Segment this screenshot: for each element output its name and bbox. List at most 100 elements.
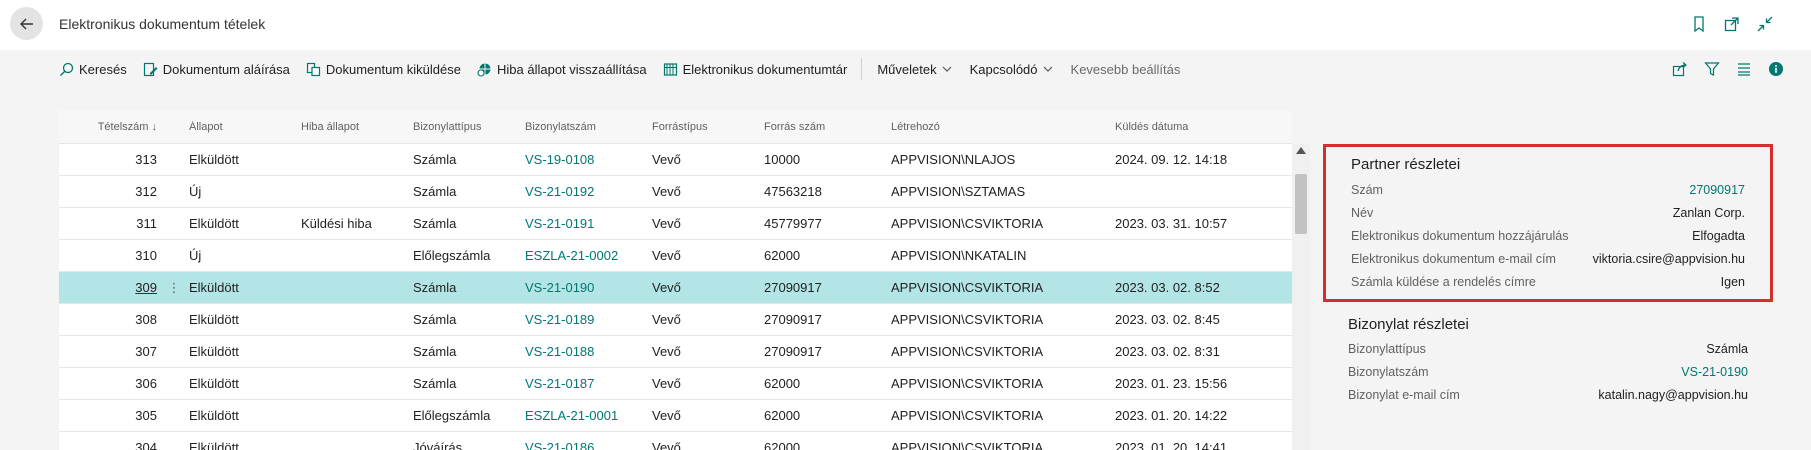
column-header-created-by[interactable]: Létrehozó — [891, 121, 1115, 133]
column-header-entry-no[interactable]: Tételszám ↓ — [59, 121, 159, 133]
title-bar: Elektronikus dokumentum tételek — [0, 0, 1811, 50]
field-value: Igen — [1720, 275, 1745, 289]
collapse-icon[interactable] — [1755, 14, 1775, 34]
reset-globe-icon — [477, 63, 491, 77]
library-icon — [663, 62, 677, 76]
cell-entry-no[interactable]: 305 — [59, 408, 159, 423]
column-header-error-status[interactable]: Hiba állapot — [301, 121, 413, 133]
table-row[interactable]: 313 Elküldött Számla VS-19-0108 Vevő 100… — [59, 144, 1292, 176]
cell-source-no: 62000 — [764, 376, 801, 391]
table-row[interactable]: 308 Elküldött Számla VS-21-0189 Vevő 270… — [59, 304, 1292, 336]
column-header-status[interactable]: Állapot — [189, 121, 301, 133]
document-field-number: Bizonylatszám VS-21-0190 — [1348, 365, 1748, 379]
cell-entry-no[interactable]: 308 — [59, 312, 159, 327]
cell-doc-no-link[interactable]: VS-21-0187 — [525, 376, 652, 391]
column-header-doc-no[interactable]: Bizonylatszám — [525, 121, 652, 133]
cell-entry-no[interactable]: 307 — [59, 344, 159, 359]
table-row[interactable]: 305 Elküldött Előlegszámla ESZLA-21-0001… — [59, 400, 1292, 432]
share-icon[interactable] — [1671, 60, 1689, 78]
open-new-window-icon[interactable] — [1722, 14, 1742, 34]
cell-source-type: Vevő — [652, 184, 681, 199]
column-header-source-type[interactable]: Forrástípus — [652, 121, 764, 133]
grid-scrollbar[interactable] — [1292, 144, 1310, 450]
cell-entry-no[interactable]: 306 — [59, 376, 159, 391]
edoc-library-button[interactable]: Elektronikus dokumentumtár — [663, 62, 847, 77]
cell-entry-no[interactable]: 309 — [59, 280, 159, 295]
bookmark-icon[interactable] — [1689, 14, 1709, 34]
fewer-options-button[interactable]: Kevesebb beállítás — [1071, 62, 1181, 77]
action-bar: Keresés Dokumentum aláírása Dokumentum k… — [59, 52, 1785, 86]
cell-source-no: 62000 — [764, 248, 801, 263]
table-row[interactable]: 306 Elküldött Számla VS-21-0187 Vevő 620… — [59, 368, 1292, 400]
cell-source-type: Vevő — [652, 312, 681, 327]
cell-doc-no-link[interactable]: VS-21-0191 — [525, 216, 652, 231]
cell-doc-no-link[interactable]: VS-21-0186 — [525, 440, 652, 450]
table-row[interactable]: 312 Új Számla VS-21-0192 Vevő 47563218 A… — [59, 176, 1292, 208]
table-row-selected[interactable]: 309 ⋮ Elküldött Számla VS-21-0190 Vevő 2… — [59, 272, 1292, 304]
scroll-up-arrow-icon[interactable] — [1296, 147, 1306, 154]
cell-source-type: Vevő — [652, 376, 681, 391]
scroll-thumb[interactable] — [1295, 174, 1307, 234]
cell-source-no: 27090917 — [764, 312, 822, 327]
cell-entry-no[interactable]: 313 — [59, 152, 159, 167]
cell-status: Elküldött — [189, 216, 239, 231]
column-header-sent-date[interactable]: Küldés dátuma — [1115, 121, 1255, 133]
partner-field-consent: Elektronikus dokumentum hozzájárulás Elf… — [1351, 229, 1745, 243]
document-number-link[interactable]: VS-21-0190 — [1681, 365, 1748, 379]
cell-created-by: APPVISION\CSVIKTORIA — [891, 280, 1044, 295]
cell-source-type: Vevő — [652, 248, 681, 263]
cell-doc-no-link[interactable]: VS-21-0190 — [525, 280, 652, 295]
filter-icon[interactable] — [1703, 60, 1721, 78]
search-button[interactable]: Keresés — [59, 62, 127, 77]
partner-number-link[interactable]: 27090917 — [1689, 183, 1745, 197]
info-icon[interactable] — [1767, 60, 1785, 78]
table-row[interactable]: 304 Elküldött Jóváírás VS-21-0186 Vevő 6… — [59, 432, 1292, 450]
document-details-card: Bizonylat részletei Bizonylattípus Száml… — [1323, 316, 1773, 436]
table-row[interactable]: 310 Új Előlegszámla ESZLA-21-0002 Vevő 6… — [59, 240, 1292, 272]
cell-doc-type: Számla — [413, 184, 457, 199]
list-view-icon[interactable] — [1735, 60, 1753, 78]
cell-error-status: Küldési hiba — [301, 216, 372, 231]
cell-doc-no-link[interactable]: VS-19-0108 — [525, 152, 652, 167]
row-actions-menu[interactable]: ⋮ — [159, 280, 189, 296]
cell-sent-date: 2023. 01. 20. 14:41 — [1115, 440, 1228, 450]
cell-status: Elküldött — [189, 376, 239, 391]
actions-menu-label: Műveletek — [877, 61, 937, 77]
sign-document-label: Dokumentum aláírása — [162, 61, 290, 77]
cell-source-type: Vevő — [652, 280, 681, 295]
cell-sent-date: 2023. 01. 23. 15:56 — [1115, 376, 1228, 391]
cell-source-no: 27090917 — [764, 344, 822, 359]
cell-doc-type: Számla — [413, 312, 457, 327]
reset-error-button[interactable]: Hiba állapot visszaállítása — [477, 62, 647, 77]
cell-entry-no[interactable]: 311 — [59, 216, 159, 231]
cell-status: Elküldött — [189, 312, 239, 327]
cell-doc-no-link[interactable]: VS-21-0189 — [525, 312, 652, 327]
column-header-source-no[interactable]: Forrás szám — [764, 121, 891, 133]
related-menu[interactable]: Kapcsolódó — [970, 62, 1053, 77]
cell-source-no: 45779977 — [764, 216, 822, 231]
document-field-type: Bizonylattípus Számla — [1348, 342, 1748, 356]
cell-source-no: 10000 — [764, 152, 801, 167]
send-document-button[interactable]: Dokumentum kiküldése — [306, 62, 461, 77]
cell-entry-no[interactable]: 310 — [59, 248, 159, 263]
cell-created-by: APPVISION\NKATALIN — [891, 248, 1027, 263]
actions-menu[interactable]: Műveletek — [877, 61, 952, 77]
table-row[interactable]: 311 Elküldött Küldési hiba Számla VS-21-… — [59, 208, 1292, 240]
cell-doc-no-link[interactable]: VS-21-0188 — [525, 344, 652, 359]
chevron-down-icon — [1043, 66, 1052, 72]
sign-document-button[interactable]: Dokumentum aláírása — [143, 62, 290, 77]
back-button[interactable] — [10, 7, 43, 40]
cell-doc-no-link[interactable]: ESZLA-21-0001 — [525, 408, 652, 423]
table-row[interactable]: 307 Elküldött Számla VS-21-0188 Vevő 270… — [59, 336, 1292, 368]
cell-status: Elküldött — [189, 152, 239, 167]
cell-doc-type: Jóváírás — [413, 440, 463, 450]
cell-entry-no[interactable]: 312 — [59, 184, 159, 199]
cell-doc-no-link[interactable]: ESZLA-21-0002 — [525, 248, 652, 263]
cell-created-by: APPVISION\CSVIKTORIA — [891, 216, 1044, 231]
field-label: Számla küldése a rendelés címre — [1351, 275, 1536, 289]
cell-entry-no[interactable]: 304 — [59, 440, 159, 450]
cell-source-no[interactable]: 27090917 — [764, 280, 822, 295]
field-value: Elfogadta — [1692, 229, 1745, 243]
cell-doc-no-link[interactable]: VS-21-0192 — [525, 184, 652, 199]
column-header-doc-type[interactable]: Bizonylattípus — [413, 121, 525, 133]
